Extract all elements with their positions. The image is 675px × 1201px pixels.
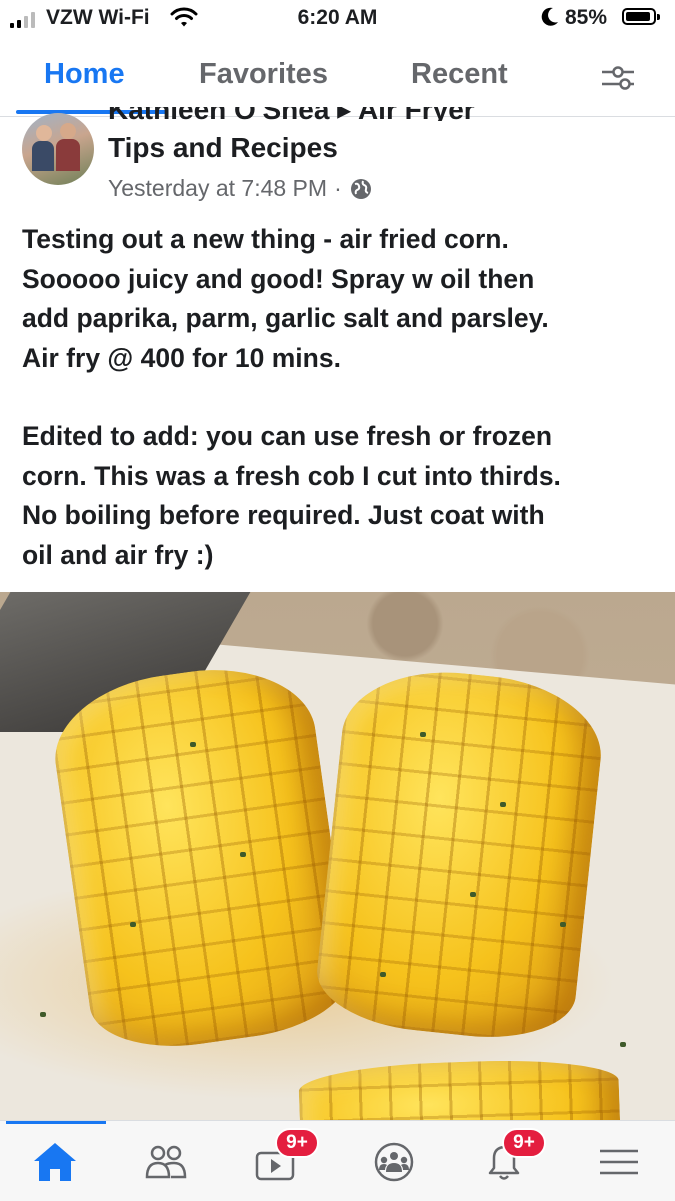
nav-groups[interactable]	[369, 1139, 419, 1185]
post-paragraph: Edited to add: you can use fresh or froz…	[22, 421, 561, 570]
tab-home[interactable]: Home	[44, 58, 125, 91]
battery-percentage: 85%	[565, 6, 608, 29]
friends-icon	[145, 1145, 187, 1179]
bottom-navigation-bar: 9+ 9+	[0, 1120, 675, 1201]
post-photo-air-fried-corn[interactable]	[0, 592, 675, 1120]
feed-filter-icon[interactable]	[598, 62, 638, 94]
post-paragraph: Testing out a new thing - air fried corn…	[22, 224, 549, 373]
post-meta: Yesterday at 7:48 PM ·	[108, 175, 373, 202]
group-name-link[interactable]: Tips and Recipes	[108, 132, 338, 164]
avatar[interactable]	[22, 113, 94, 185]
post-body: Testing out a new thing - air fried corn…	[22, 220, 662, 575]
tab-favorites[interactable]: Favorites	[199, 58, 328, 91]
post-author-breadcrumb[interactable]: Kathleen O'Shea ▸ Air Fryer	[108, 107, 475, 121]
groups-icon	[374, 1142, 414, 1182]
menu-icon	[600, 1149, 638, 1175]
tab-recent[interactable]: Recent	[411, 58, 508, 91]
do-not-disturb-moon-icon	[541, 7, 558, 26]
notifications-badge: 9+	[502, 1128, 546, 1158]
active-nav-indicator	[6, 1121, 106, 1124]
post-header: Kathleen O'Shea ▸ Air Fryer Tips and Rec…	[0, 107, 675, 207]
home-icon	[34, 1143, 76, 1181]
post-timestamp[interactable]: Yesterday at 7:48 PM	[108, 175, 327, 202]
nav-menu[interactable]	[594, 1139, 644, 1185]
status-bar: VZW Wi-Fi 6:20 AM 85%	[0, 0, 675, 40]
nav-home[interactable]	[30, 1139, 80, 1185]
nav-watch[interactable]: 9+	[253, 1128, 319, 1185]
watch-notification-badge: 9+	[275, 1128, 319, 1158]
battery-icon	[622, 8, 660, 25]
top-tab-bar: Home Favorites Recent	[0, 40, 675, 117]
public-globe-icon	[350, 178, 371, 199]
nav-friends[interactable]	[141, 1139, 191, 1185]
meta-separator: ·	[334, 175, 342, 201]
nav-notifications[interactable]: 9+	[480, 1128, 546, 1185]
